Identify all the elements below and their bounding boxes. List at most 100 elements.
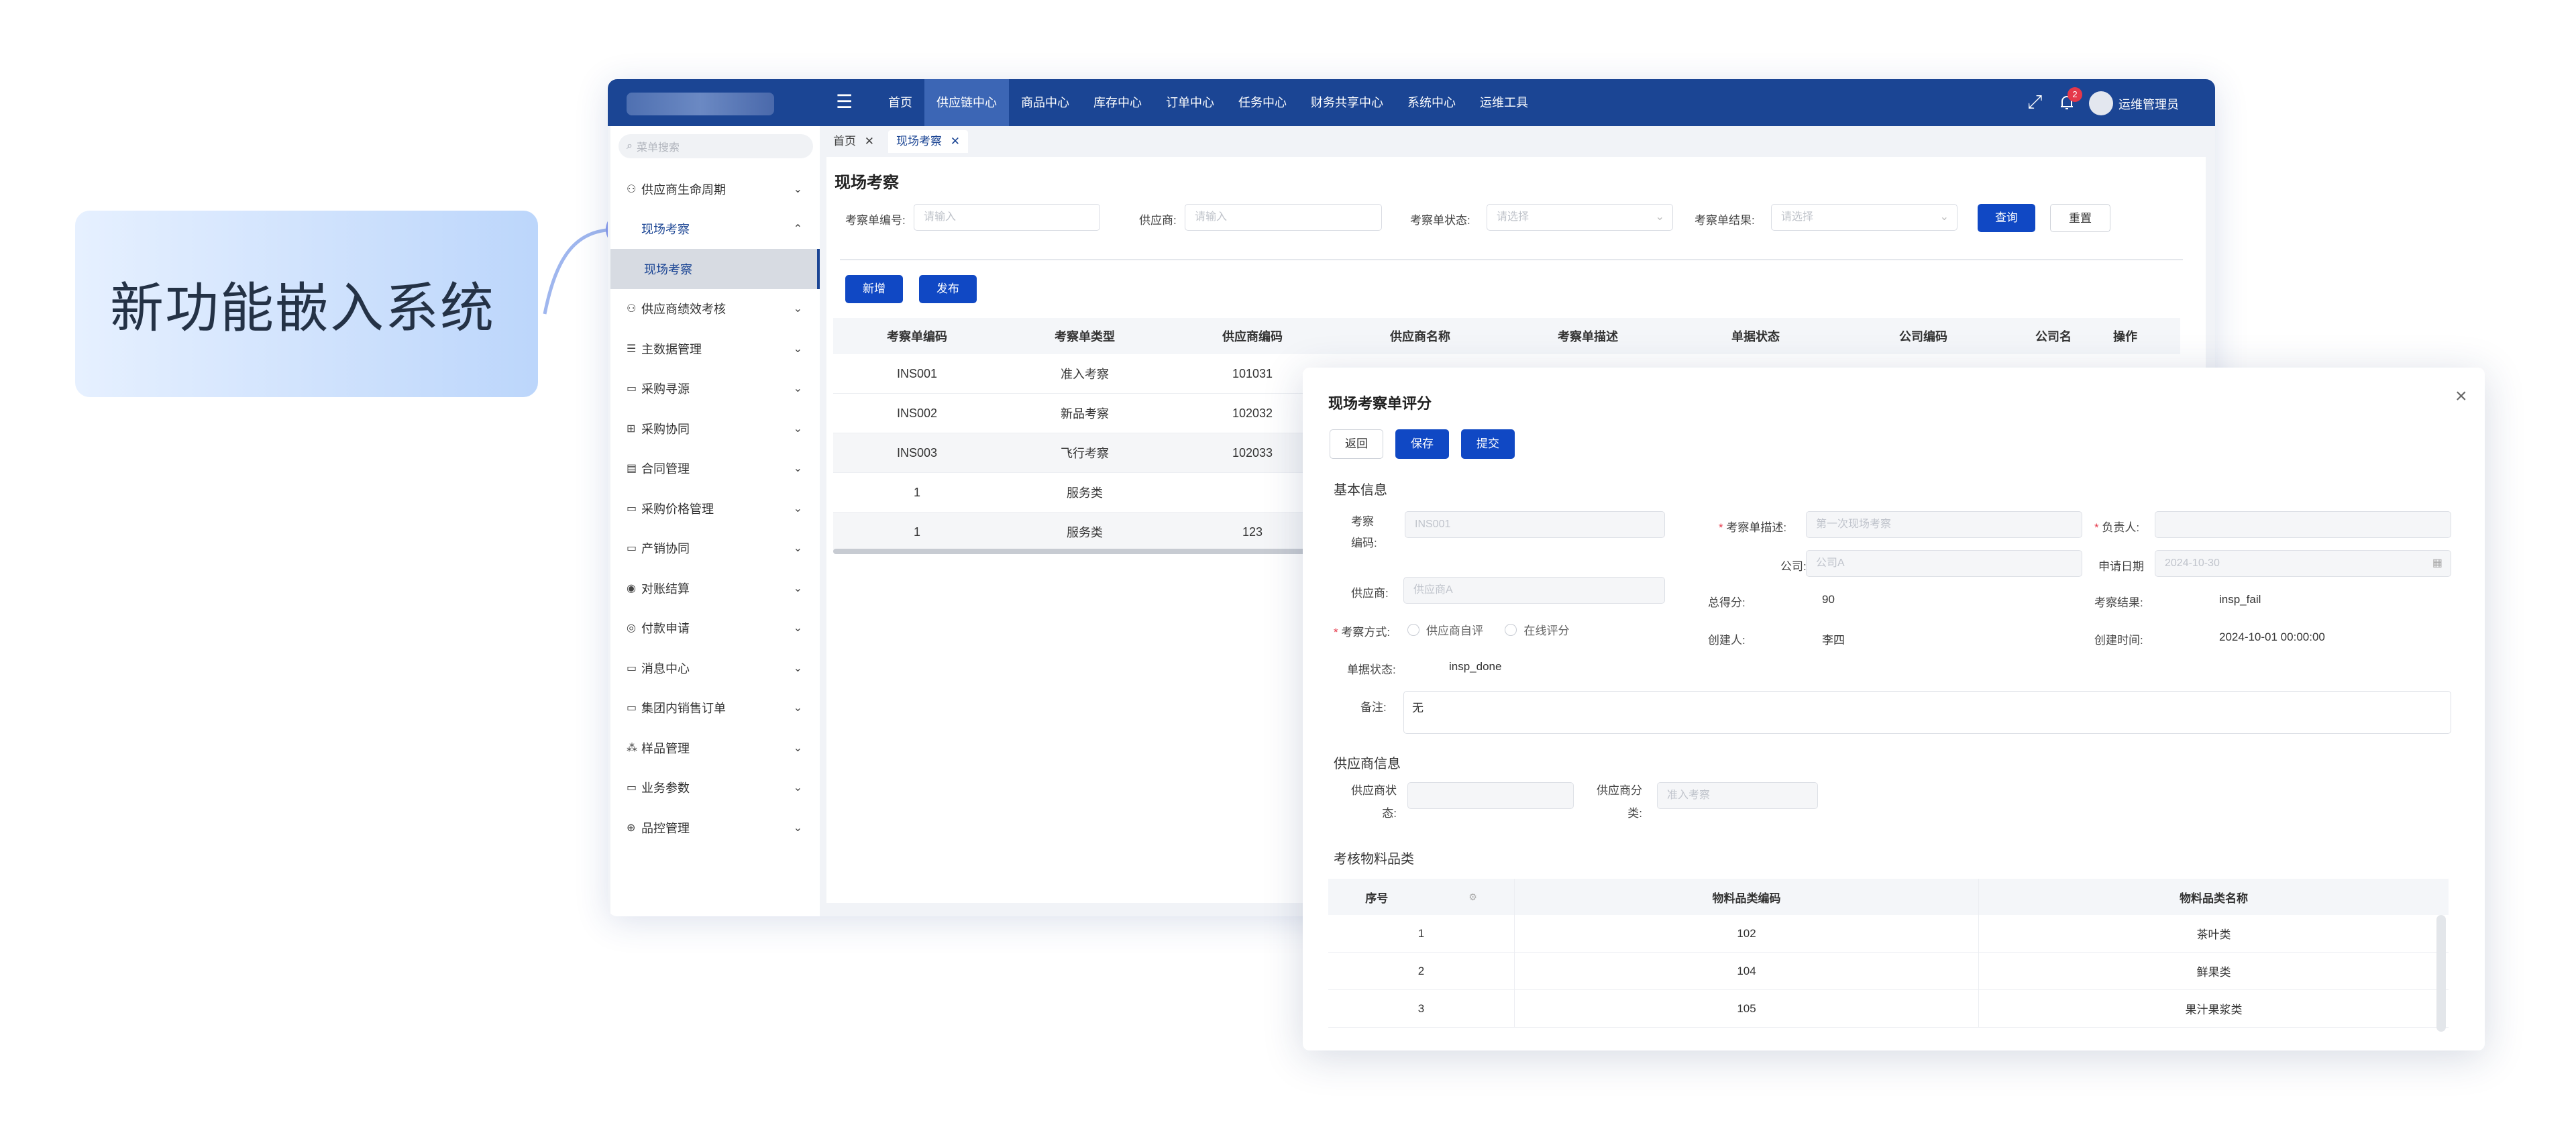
folder-icon: ▭ bbox=[627, 543, 637, 555]
sidebar-item-production[interactable]: ▭ 产销协同 ⌄ bbox=[610, 529, 820, 569]
column-header: 单据状态 bbox=[1731, 330, 1780, 343]
save-button[interactable]: 保存 bbox=[1395, 429, 1449, 459]
publish-button[interactable]: 发布 bbox=[919, 275, 977, 303]
user-name[interactable]: 运维管理员 bbox=[2118, 95, 2179, 113]
column-header: 供应商名称 bbox=[1390, 330, 1450, 343]
column-header: 操作 bbox=[2113, 330, 2137, 343]
nav-inventory[interactable]: 库存中心 bbox=[1081, 79, 1154, 126]
sidebar-subitem-site-inspection[interactable]: 现场考察 bbox=[610, 249, 820, 289]
chevron-down-icon: ⌄ bbox=[793, 822, 802, 834]
submit-button[interactable]: 提交 bbox=[1461, 429, 1515, 459]
table-row[interactable]: 3 105 果汁果浆类 bbox=[1328, 990, 2449, 1028]
supplier-state-input[interactable] bbox=[1407, 782, 1574, 809]
close-icon[interactable]: ✕ bbox=[865, 135, 874, 148]
menu-search[interactable]: ⌕ 菜单搜索 bbox=[619, 134, 813, 158]
filter-result-select[interactable]: 请选择 ⌄ bbox=[1771, 204, 1957, 231]
vertical-scrollbar[interactable] bbox=[2436, 915, 2446, 1032]
remark-textarea[interactable]: 无 bbox=[1403, 691, 2451, 734]
horizontal-scrollbar[interactable] bbox=[833, 549, 1316, 554]
sidebar-item-collaboration[interactable]: ⊞ 采购协同 ⌄ bbox=[610, 409, 820, 449]
table-cell: 3 bbox=[1328, 990, 1515, 1027]
chevron-down-icon: ⌄ bbox=[793, 742, 802, 754]
remark-label: 备注: bbox=[1360, 701, 1387, 714]
sidebar-item-master-data[interactable]: ☰ 主数据管理 ⌄ bbox=[610, 329, 820, 369]
code-input[interactable]: INS001 bbox=[1405, 511, 1665, 538]
avatar[interactable] bbox=[2089, 91, 2113, 115]
desc-label: * 考察单描述: bbox=[1719, 518, 1786, 535]
menu-toggle-icon[interactable]: ☰ bbox=[836, 92, 853, 112]
sidebar-item-payment[interactable]: ◎ 付款申请 ⌄ bbox=[610, 608, 820, 649]
query-button[interactable]: 查询 bbox=[1978, 204, 2035, 232]
company-input[interactable]: 公司A bbox=[1806, 550, 2082, 577]
sidebar-item-label: 采购价格管理 bbox=[641, 502, 714, 516]
apply-date-input[interactable]: 2024-10-30 ▦ bbox=[2155, 550, 2451, 577]
sidebar-item-performance[interactable]: ⚇ 供应商绩效考核 ⌄ bbox=[610, 289, 820, 329]
sidebar-item-quality[interactable]: ⊕ 品控管理 ⌄ bbox=[610, 808, 820, 848]
main-nav: 首页 供应链中心 商品中心 库存中心 订单中心 任务中心 财务共享中心 系统中心… bbox=[876, 79, 1540, 126]
category-table: 序号 ⚙ 物料品类编码 物料品类名称 1 102 茶叶类 2 104 鲜果类 3 … bbox=[1328, 879, 2449, 1028]
supplier-input[interactable]: 供应商A bbox=[1403, 577, 1665, 604]
owner-input[interactable] bbox=[2155, 511, 2451, 538]
nav-home[interactable]: 首页 bbox=[876, 79, 924, 126]
chevron-up-icon: ⌃ bbox=[793, 223, 802, 235]
required-mark: * bbox=[1719, 521, 1727, 534]
radio-online-scoring[interactable]: 在线评分 bbox=[1505, 621, 1569, 638]
table-header: 序号 ⚙ 物料品类编码 物料品类名称 bbox=[1328, 879, 2449, 915]
add-button[interactable]: 新增 bbox=[845, 275, 903, 303]
score-label: 总得分: bbox=[1708, 596, 1746, 609]
chevron-down-icon: ⌄ bbox=[793, 423, 802, 435]
table-cell: 1 bbox=[913, 525, 920, 539]
sidebar-item-price[interactable]: ▭ 采购价格管理 ⌄ bbox=[610, 488, 820, 529]
nav-supply-chain[interactable]: 供应链中心 bbox=[924, 79, 1009, 126]
sidebar-item-params[interactable]: ▭ 业务参数 ⌄ bbox=[610, 768, 820, 808]
table-row[interactable]: 2 104 鲜果类 bbox=[1328, 953, 2449, 990]
reset-button[interactable]: 重置 bbox=[2050, 204, 2110, 232]
desc-input[interactable]: 第一次现场考察 bbox=[1806, 511, 2082, 538]
creator-value: 李四 bbox=[1822, 634, 1845, 647]
table-row[interactable]: 1 102 茶叶类 bbox=[1328, 915, 2449, 953]
required-mark: * bbox=[2094, 521, 2102, 534]
sidebar-item-sourcing[interactable]: ▭ 采购寻源 ⌄ bbox=[610, 369, 820, 409]
nav-system[interactable]: 系统中心 bbox=[1395, 79, 1468, 126]
nav-order[interactable]: 订单中心 bbox=[1154, 79, 1226, 126]
filter-status-select[interactable]: 请选择 ⌄ bbox=[1487, 204, 1673, 231]
sidebar-item-supplier-lifecycle[interactable]: ⚇ 供应商生命周期 ⌄ bbox=[610, 169, 820, 209]
fullscreen-icon[interactable]: ⤢ bbox=[2027, 91, 2042, 113]
radio-label: 供应商自评 bbox=[1426, 625, 1483, 637]
table-cell: 1 bbox=[1328, 915, 1515, 952]
table-cell: 准入考察 bbox=[1061, 368, 1109, 381]
radio-self-evaluation[interactable]: 供应商自评 bbox=[1407, 621, 1483, 638]
column-header-label: 序号 bbox=[1365, 891, 1389, 905]
nav-ops-tools[interactable]: 运维工具 bbox=[1468, 79, 1540, 126]
table-cell: 新品考察 bbox=[1061, 407, 1109, 421]
table-cell: 1 bbox=[913, 485, 920, 499]
nav-product[interactable]: 商品中心 bbox=[1009, 79, 1081, 126]
filter-supplier-input[interactable]: 请输入 bbox=[1185, 204, 1382, 231]
sidebar-item-samples[interactable]: ⁂ 样品管理 ⌄ bbox=[610, 728, 820, 768]
chevron-down-icon: ⌄ bbox=[793, 702, 802, 714]
sidebar: ⌕ 菜单搜索 ⚇ 供应商生命周期 ⌄ 现场考察 ⌃ 现场考察 ⚇ 供应商绩效考核 ⌄ ☰ 主… bbox=[610, 126, 820, 916]
close-icon[interactable]: ✕ bbox=[951, 135, 960, 148]
filter-result-label: 考察单结果: bbox=[1695, 214, 1755, 227]
folder-icon: ▭ bbox=[627, 782, 637, 794]
score-value: 90 bbox=[1822, 593, 1835, 606]
settings-icon[interactable]: ⚙ bbox=[1468, 891, 1477, 903]
supplier-category-input[interactable]: 准入考察 bbox=[1657, 782, 1818, 809]
nav-task[interactable]: 任务中心 bbox=[1226, 79, 1299, 126]
filter-code-input[interactable]: 请输入 bbox=[914, 204, 1100, 231]
table-cell: 鲜果类 bbox=[2196, 966, 2231, 979]
sidebar-item-reconciliation[interactable]: ◉ 对账结算 ⌄ bbox=[610, 568, 820, 608]
target-icon: ◎ bbox=[627, 623, 636, 635]
tab-home[interactable]: 首页 ✕ bbox=[833, 130, 874, 153]
sidebar-item-site-inspection[interactable]: 现场考察 ⌃ bbox=[610, 209, 820, 250]
back-button[interactable]: 返回 bbox=[1330, 429, 1383, 459]
sidebar-item-group-sales[interactable]: ▭ 集团内销售订单 ⌄ bbox=[610, 688, 820, 728]
tab-site-inspection[interactable]: 现场考察 ✕ bbox=[888, 130, 968, 153]
close-icon[interactable]: × bbox=[2455, 385, 2467, 408]
sidebar-item-contract[interactable]: ▤ 合同管理 ⌄ bbox=[610, 449, 820, 489]
nav-finance[interactable]: 财务共享中心 bbox=[1299, 79, 1395, 126]
tab-label: 现场考察 bbox=[896, 135, 942, 148]
chevron-down-icon: ⌄ bbox=[1939, 211, 1949, 223]
column-header: 物料品类名称 bbox=[2180, 891, 2248, 905]
sidebar-item-messages[interactable]: ▭ 消息中心 ⌄ bbox=[610, 648, 820, 688]
